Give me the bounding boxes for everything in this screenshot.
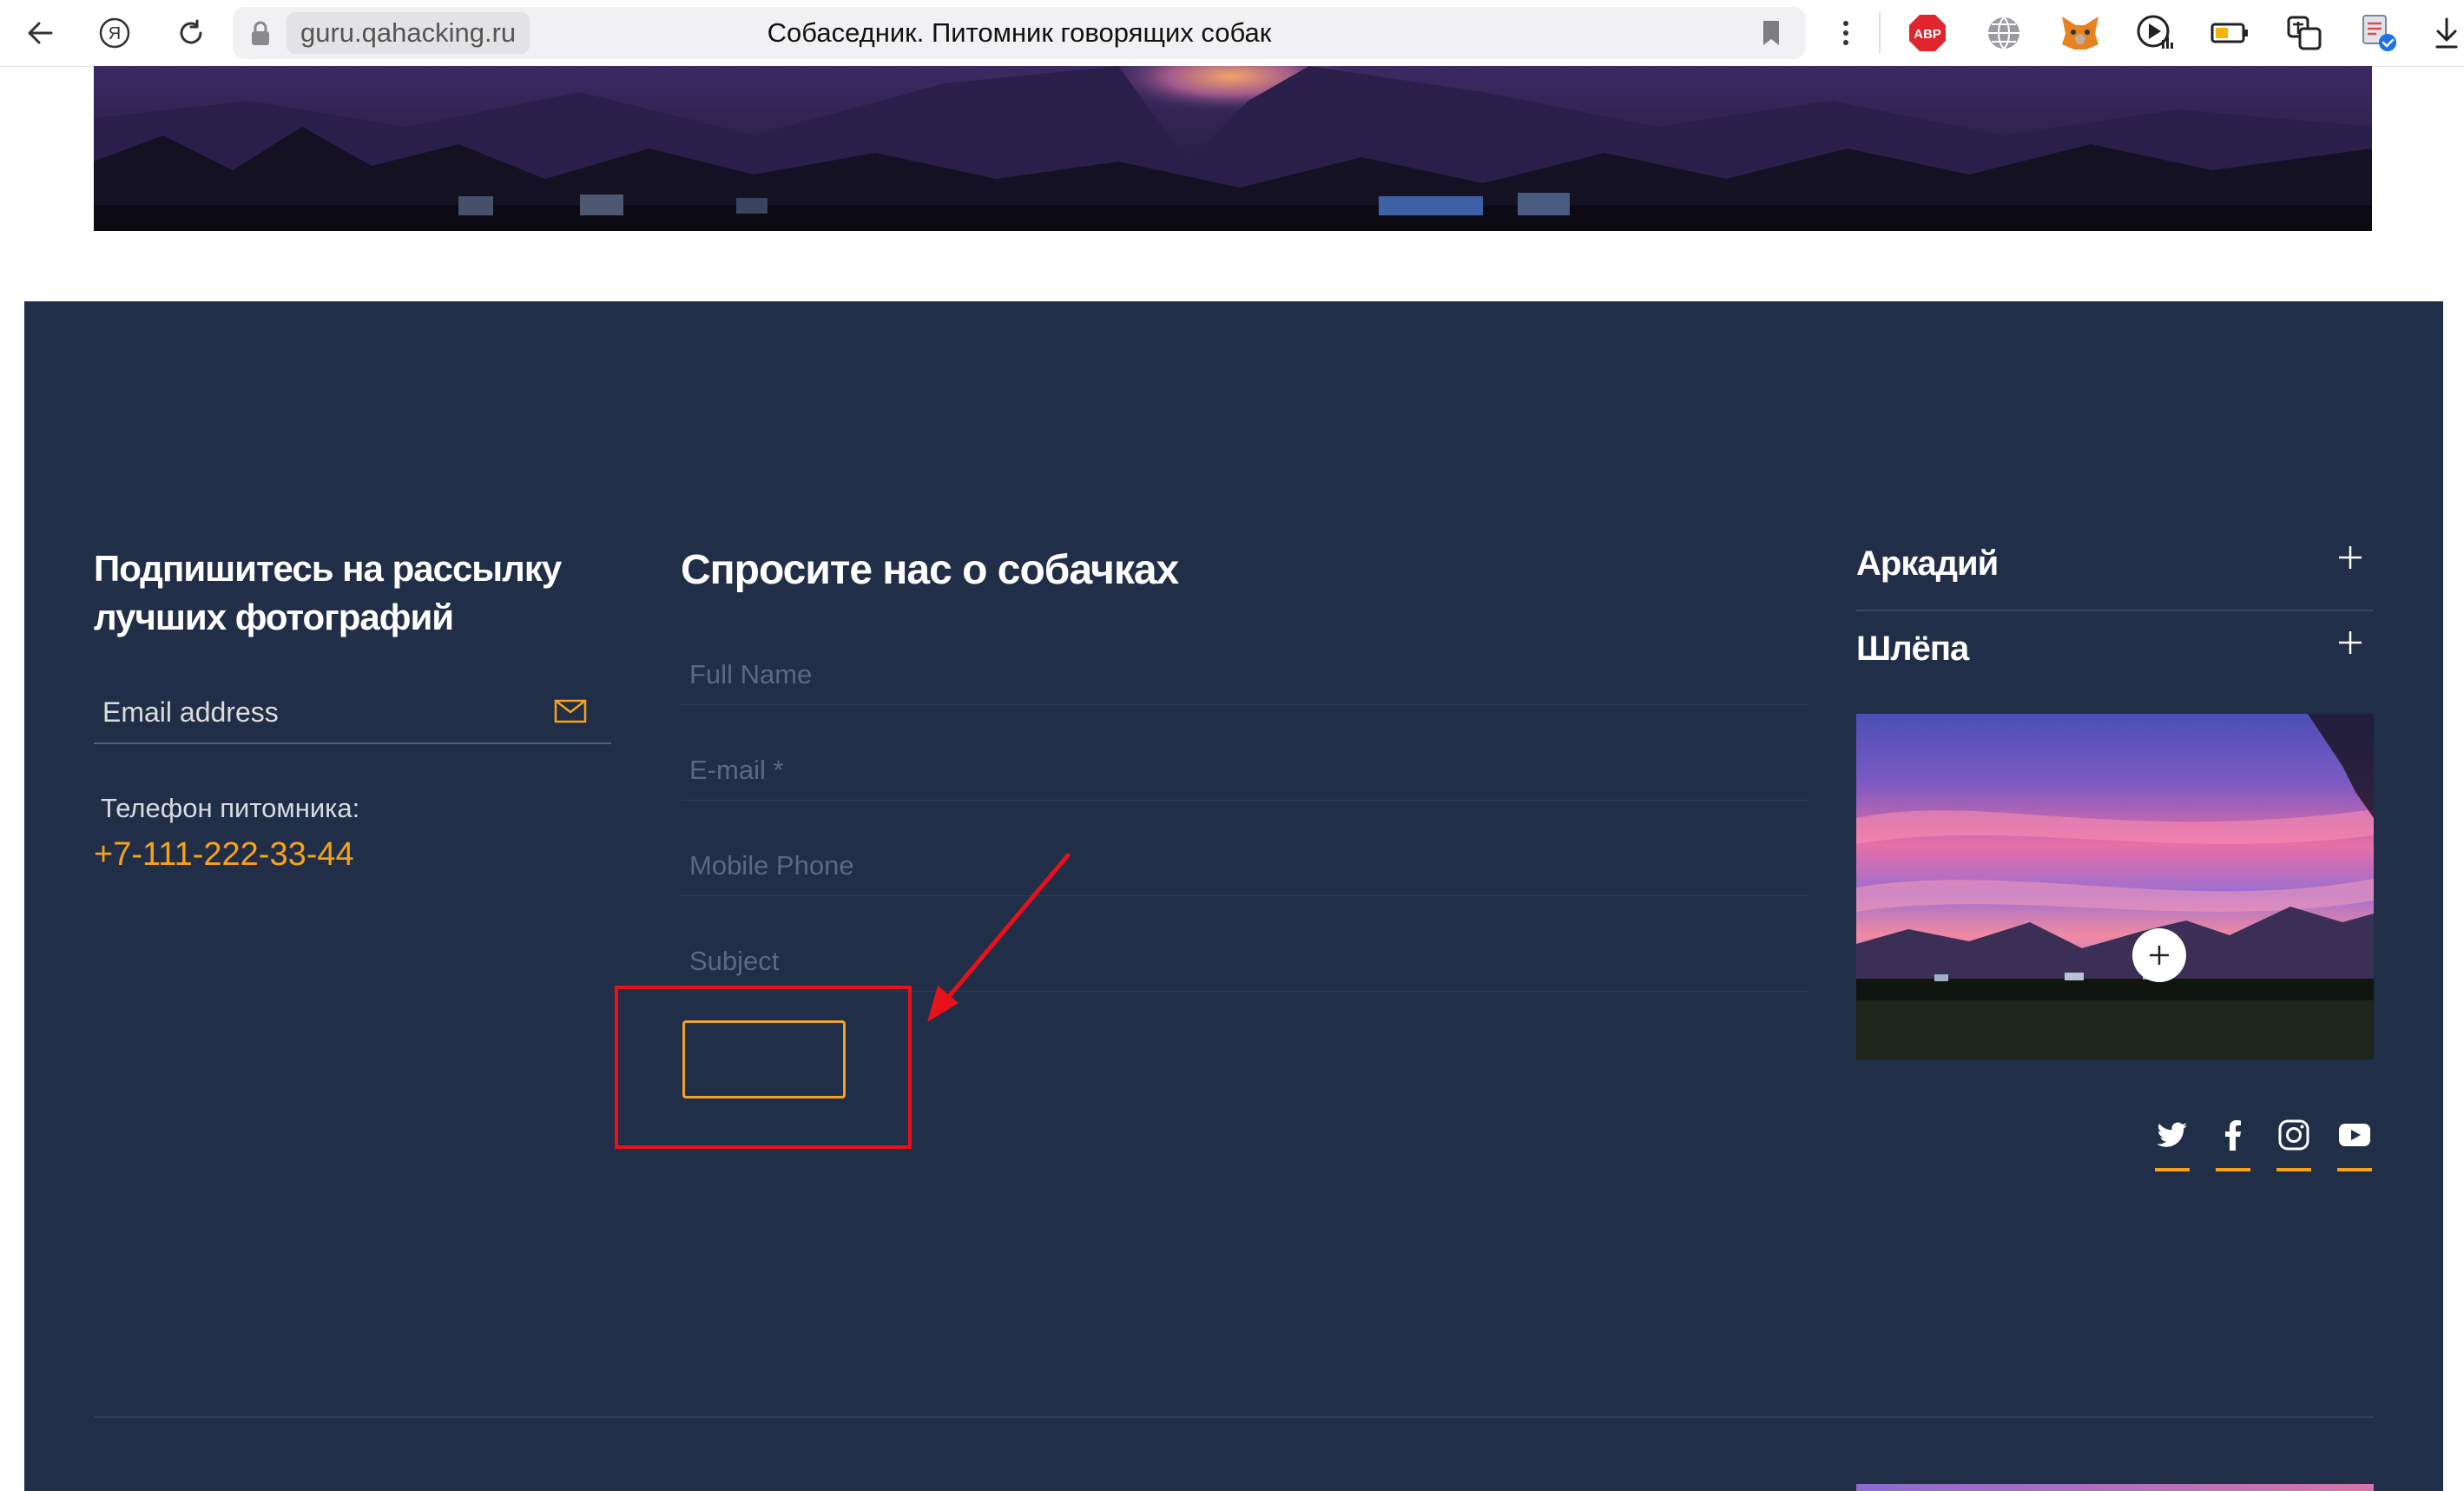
social-underline (2276, 1168, 2311, 1171)
subject-field (681, 911, 1809, 992)
reload-icon[interactable] (167, 9, 215, 57)
gallery-zoom-button[interactable] (2132, 928, 2186, 982)
address-bar[interactable]: guru.qahacking.ru Собаседник. Питомник г… (233, 7, 1806, 59)
social-underline (2216, 1168, 2250, 1171)
accordion-label: Шлёпа (1856, 630, 1969, 668)
annotation-arrow (927, 853, 1071, 1022)
translate-icon[interactable] (2283, 12, 2325, 54)
back-icon[interactable] (16, 9, 64, 57)
email-input[interactable] (681, 720, 1809, 800)
yandex-icon[interactable]: Я (90, 9, 139, 57)
more-menu-icon[interactable] (1822, 9, 1870, 57)
globe-icon[interactable] (1983, 12, 2025, 54)
youtube-icon (2337, 1118, 2372, 1152)
page-title: Собаседник. Питомник говорящих собак (767, 17, 1272, 48)
footer-bottom-image-edge (1856, 1484, 2374, 1491)
facebook-link[interactable] (2216, 1118, 2250, 1171)
contact-form-heading: Спросите нас о собачках (681, 547, 1179, 593)
subscribe-heading: Подпишитесь на рассылку лучших фотографи… (94, 548, 562, 637)
battery-icon[interactable] (2209, 12, 2250, 54)
plus-icon[interactable] (2337, 630, 2363, 660)
toolbar-divider (1879, 12, 1881, 54)
bookmark-icon[interactable] (1761, 19, 1782, 51)
footer: Подпишитесь на рассылку лучших фотографи… (24, 301, 2443, 1491)
annotation-highlight-box (615, 986, 912, 1149)
mobile-phone-input[interactable] (681, 815, 1809, 895)
twitter-link[interactable] (2155, 1118, 2190, 1171)
full-name-input[interactable] (681, 624, 1809, 704)
plus-icon[interactable] (2337, 544, 2363, 575)
email-field (681, 720, 1809, 801)
abp-label: ABP (1914, 27, 1941, 42)
accordion-label: Аркадий (1856, 544, 1999, 583)
newsletter-email-input[interactable] (94, 682, 611, 744)
mobile-phone-field (681, 815, 1809, 896)
facebook-icon (2216, 1118, 2250, 1152)
footer-divider (94, 1416, 2374, 1418)
screen-recorder-icon[interactable] (2134, 12, 2176, 54)
instagram-icon (2276, 1118, 2311, 1152)
instagram-link[interactable] (2276, 1118, 2311, 1171)
accordion-item-shlepa[interactable]: Шлёпа (1856, 610, 2374, 694)
adblock-icon[interactable]: ABP (1907, 12, 1948, 54)
twitter-icon (2155, 1118, 2190, 1152)
download-icon[interactable] (2429, 12, 2464, 54)
social-underline (2155, 1168, 2190, 1171)
social-underline (2337, 1168, 2372, 1171)
accordion-item-arkadiy[interactable]: Аркадий (1856, 525, 2374, 609)
metamask-icon[interactable] (2059, 12, 2101, 54)
svg-text:Я: Я (109, 24, 121, 43)
subject-input[interactable] (681, 911, 1809, 991)
hero-landscape-image (94, 66, 2372, 231)
browser-toolbar: Я guru.qahacking.ru Собаседник. Питомник… (0, 0, 2464, 67)
phone-number-link[interactable]: +7-111-222-33-44 (94, 836, 354, 874)
phone-label: Телефон питомника: (101, 793, 360, 823)
full-name-field (681, 624, 1809, 705)
plus-icon (2150, 946, 2169, 965)
mail-icon[interactable] (554, 699, 587, 728)
gallery-sunset-image[interactable] (1856, 714, 2374, 1059)
youtube-link[interactable] (2337, 1118, 2372, 1171)
document-check-icon[interactable] (2358, 12, 2400, 54)
